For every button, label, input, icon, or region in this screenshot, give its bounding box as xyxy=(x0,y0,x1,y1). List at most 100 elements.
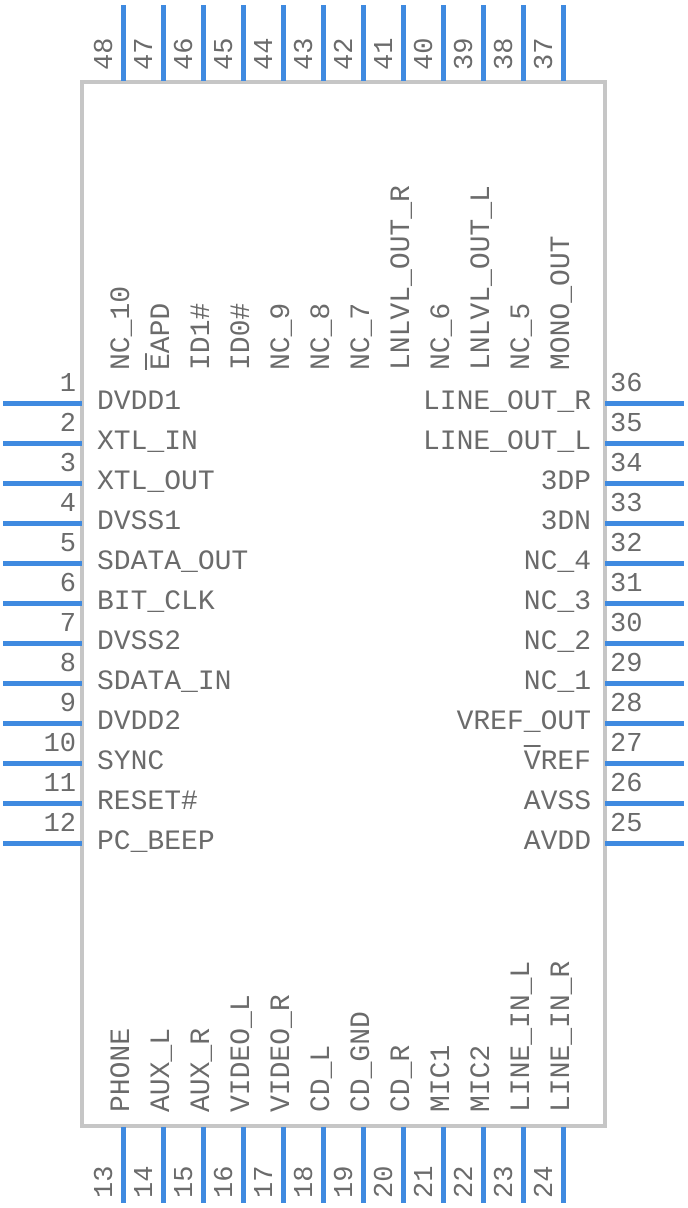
pin-lead-24[interactable] xyxy=(561,1127,566,1203)
pin-number-28: 28 xyxy=(610,690,643,720)
pin-lead-33[interactable] xyxy=(605,521,684,526)
pin-number-30: 30 xyxy=(610,610,643,640)
pin-lead-32[interactable] xyxy=(605,561,684,566)
pin-number-23: 23 xyxy=(491,1165,521,1198)
pin-name-2: XTL_IN xyxy=(97,427,198,458)
pin-lead-11[interactable] xyxy=(3,801,82,806)
pin-name-23: LINE_IN_L xyxy=(507,960,538,1112)
pin-name-3: XTL_OUT xyxy=(97,467,215,498)
pin-name-35: LINE_OUT_L xyxy=(422,427,591,458)
pin-name-14: AUX_L xyxy=(147,1027,178,1112)
pin-name-42: NC_7 xyxy=(347,302,378,370)
pin-lead-19[interactable] xyxy=(361,1127,366,1203)
pin-number-29: 29 xyxy=(610,650,643,680)
pin-lead-37[interactable] xyxy=(561,5,566,81)
pin-number-17: 17 xyxy=(251,1165,281,1198)
pin-number-22: 22 xyxy=(451,1165,481,1198)
pin-lead-44[interactable] xyxy=(281,5,286,81)
pin-lead-40[interactable] xyxy=(441,5,446,81)
pin-lead-41[interactable] xyxy=(401,5,406,81)
pin-lead-27[interactable] xyxy=(605,761,684,766)
pin-name-29: NC_1 xyxy=(523,667,591,698)
pin-name-48: NC_10 xyxy=(107,285,138,370)
pin-lead-4[interactable] xyxy=(3,521,82,526)
pin-name-18: CD_L xyxy=(307,1044,338,1112)
pin-name-17: VIDEO_R xyxy=(267,994,298,1112)
pin-number-16: 16 xyxy=(211,1165,241,1198)
pin-number-44: 44 xyxy=(251,37,281,70)
pin-name-16: VIDEO_L xyxy=(227,994,258,1112)
pin-number-19: 19 xyxy=(331,1165,361,1198)
pin-lead-10[interactable] xyxy=(3,761,82,766)
pin-lead-30[interactable] xyxy=(605,641,684,646)
pin-lead-43[interactable] xyxy=(321,5,326,81)
pin-name-43: NC_8 xyxy=(307,302,338,370)
pin-number-36: 36 xyxy=(610,370,643,400)
pin-lead-29[interactable] xyxy=(605,681,684,686)
pin-lead-26[interactable] xyxy=(605,801,684,806)
pin-name-26: AVSS xyxy=(523,787,591,818)
pin-lead-2[interactable] xyxy=(3,441,82,446)
pin-name-13: PHONE xyxy=(107,1027,138,1112)
pin-number-33: 33 xyxy=(610,490,643,520)
pin-lead-36[interactable] xyxy=(605,401,684,406)
pin-number-24: 24 xyxy=(531,1165,561,1198)
pin-number-38: 38 xyxy=(491,37,521,70)
pin-number-31: 31 xyxy=(610,570,643,600)
pin-name-27: VREF xyxy=(523,747,591,778)
pin-lead-28[interactable] xyxy=(605,721,684,726)
pin-lead-22[interactable] xyxy=(481,1127,486,1203)
pin-lead-47[interactable] xyxy=(161,5,166,81)
pin-name-38: NC_5 xyxy=(507,302,538,370)
pin-lead-38[interactable] xyxy=(521,5,526,81)
pin-lead-9[interactable] xyxy=(3,721,82,726)
pin-number-9: 9 xyxy=(59,690,76,720)
pin-lead-45[interactable] xyxy=(241,5,246,81)
pin-lead-6[interactable] xyxy=(3,601,82,606)
pin-lead-46[interactable] xyxy=(201,5,206,81)
pin-lead-12[interactable] xyxy=(3,841,82,846)
pin-lead-35[interactable] xyxy=(605,441,684,446)
pin-name-21: MIC1 xyxy=(427,1044,458,1112)
pin-name-15: AUX_R xyxy=(187,1027,218,1112)
pin-name-6: BIT_CLK xyxy=(97,587,215,618)
pin-name-45: ID0# xyxy=(227,302,258,370)
pin-lead-25[interactable] xyxy=(605,841,684,846)
pin-name-33: 3DN xyxy=(540,507,591,538)
pin-name-34: 3DP xyxy=(540,467,591,498)
pin-lead-31[interactable] xyxy=(605,601,684,606)
pin-number-35: 35 xyxy=(610,410,643,440)
pin-lead-5[interactable] xyxy=(3,561,82,566)
pin-number-20: 20 xyxy=(371,1165,401,1198)
pin-number-13: 13 xyxy=(91,1165,121,1198)
pin-name-37: MONO_OUT xyxy=(547,235,578,370)
pin-lead-17[interactable] xyxy=(281,1127,286,1203)
pin-lead-48[interactable] xyxy=(121,5,126,81)
pin-number-10: 10 xyxy=(43,730,76,760)
pin-lead-16[interactable] xyxy=(241,1127,246,1203)
pin-lead-15[interactable] xyxy=(201,1127,206,1203)
pin-name-11: RESET# xyxy=(97,787,198,818)
pin-number-1: 1 xyxy=(59,370,76,400)
pin-lead-21[interactable] xyxy=(441,1127,446,1203)
ic-pinout-symbol: 1 DVDD1 2 XTL_IN 3 XTL_OUT 4 DVSS1 5 SDATA_OUT 6 BI… xyxy=(0,0,688,1208)
pin-name-5: SDATA_OUT xyxy=(97,547,249,578)
pin-lead-20[interactable] xyxy=(401,1127,406,1203)
pin-lead-14[interactable] xyxy=(161,1127,166,1203)
pin-lead-3[interactable] xyxy=(3,481,82,486)
pin-number-39: 39 xyxy=(451,37,481,70)
pin-lead-13[interactable] xyxy=(121,1127,126,1203)
pin-lead-18[interactable] xyxy=(321,1127,326,1203)
pin-number-32: 32 xyxy=(610,530,643,560)
pin-number-7: 7 xyxy=(59,610,76,640)
pin-lead-39[interactable] xyxy=(481,5,486,81)
pin-name-4: DVSS1 xyxy=(97,507,182,538)
pin-lead-34[interactable] xyxy=(605,481,684,486)
pin-lead-7[interactable] xyxy=(3,641,82,646)
pin-lead-1[interactable] xyxy=(3,401,82,406)
pin-lead-23[interactable] xyxy=(521,1127,526,1203)
pin-lead-8[interactable] xyxy=(3,681,82,686)
pin-lead-42[interactable] xyxy=(361,5,366,81)
pin-name-12: PC_BEEP xyxy=(97,827,215,858)
pin-name-39: LNLVL_OUT_L xyxy=(467,185,498,370)
